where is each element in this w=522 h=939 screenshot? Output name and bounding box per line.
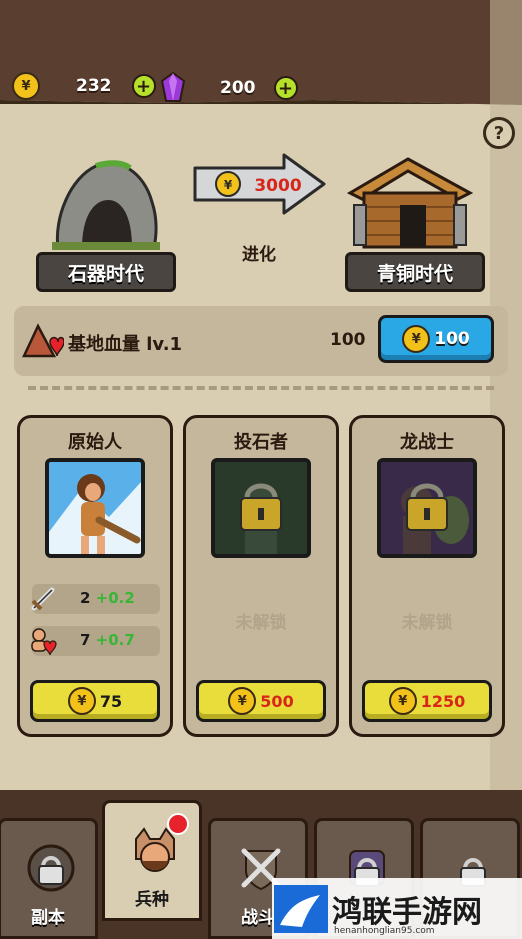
upgrade-base-hp-button[interactable]: ¥ 100 bbox=[378, 315, 494, 363]
base-health-icon bbox=[22, 323, 64, 358]
current-era-label: 石器时代 bbox=[36, 252, 176, 292]
notification-badge bbox=[167, 813, 189, 835]
stone-thrower-cost: 500 bbox=[260, 691, 294, 711]
gem-resource: 200 + bbox=[160, 72, 298, 104]
dragon-warrior-cost: 1250 bbox=[420, 691, 466, 711]
evolve-arrow[interactable]: ¥ 3000 bbox=[192, 152, 327, 216]
caveman-cost: 75 bbox=[99, 691, 123, 711]
evolve-cost: 3000 bbox=[254, 176, 301, 196]
unit-card-caveman[interactable]: 原始人 2 +0.2 7 +0.7 ¥ 75 bbox=[17, 415, 173, 737]
gem-icon bbox=[160, 72, 186, 102]
locked-dungeon-icon bbox=[27, 844, 75, 892]
attack-bonus: +0.2 bbox=[95, 589, 135, 607]
dragon-warrior-portrait bbox=[377, 458, 477, 558]
attack-stat: 2 +0.2 bbox=[31, 584, 160, 614]
watermark: 鸿联手游网 henanhonglian95.com bbox=[272, 878, 522, 939]
unit-name: 龙战士 bbox=[400, 432, 454, 453]
evolve-label: 进化 bbox=[242, 245, 276, 265]
next-era-label: 青铜时代 bbox=[345, 252, 485, 292]
sword-icon bbox=[31, 587, 55, 611]
health-value: 7 bbox=[80, 631, 91, 649]
coin-icon: ¥ bbox=[228, 687, 257, 715]
attack-value: 2 bbox=[80, 589, 91, 607]
add-gems-button[interactable]: + bbox=[273, 76, 298, 100]
locked-label: 未解锁 bbox=[401, 613, 453, 633]
watermark-logo bbox=[274, 884, 328, 933]
unit-card-dragon-warrior[interactable]: 龙战士 未解锁 ¥ 1250 bbox=[349, 415, 505, 737]
unlock-dragon-warrior-button[interactable]: ¥ 1250 bbox=[362, 680, 492, 722]
health-icon bbox=[31, 628, 57, 656]
unit-name: 投石者 bbox=[234, 432, 288, 453]
coin-icon: ¥ bbox=[402, 325, 431, 353]
watermark-url: henanhonglian95.com bbox=[334, 926, 435, 936]
base-hp-title: 基地血量 lv.1 bbox=[68, 334, 183, 355]
tab-dungeon[interactable]: 副本 bbox=[0, 818, 98, 939]
coin-resource: ¥ 232 + bbox=[12, 72, 156, 100]
unit-card-stone-thrower[interactable]: 投石者 未解锁 ¥ 500 bbox=[183, 415, 339, 737]
unit-name: 原始人 bbox=[68, 432, 122, 453]
upgrade-caveman-button[interactable]: ¥ 75 bbox=[30, 680, 160, 722]
coin-icon: ¥ bbox=[67, 687, 96, 715]
coin-icon: ¥ bbox=[12, 72, 40, 100]
health-bonus: +0.7 bbox=[95, 631, 135, 649]
add-coins-button[interactable]: + bbox=[131, 74, 156, 98]
watermark-text: 鸿联手游网 bbox=[332, 894, 482, 930]
unlock-stone-thrower-button[interactable]: ¥ 500 bbox=[196, 680, 326, 722]
health-stat: 7 +0.7 bbox=[31, 626, 160, 656]
coin-icon: ¥ bbox=[388, 687, 417, 715]
coin-count: 232 bbox=[76, 76, 112, 96]
upgrade-cost: 100 bbox=[434, 329, 470, 349]
tab-units[interactable]: 兵种 bbox=[102, 800, 202, 921]
hut-icon bbox=[346, 157, 474, 249]
base-hp-value: 100 bbox=[330, 330, 366, 350]
stone-thrower-portrait bbox=[211, 458, 311, 558]
locked-label: 未解锁 bbox=[235, 613, 287, 633]
caveman-portrait bbox=[45, 458, 145, 558]
gem-count: 200 bbox=[220, 78, 256, 98]
tab-units-label: 兵种 bbox=[135, 890, 169, 910]
divider bbox=[28, 386, 494, 390]
svg-text:¥: ¥ bbox=[224, 178, 233, 192]
tab-dungeon-label: 副本 bbox=[31, 908, 65, 928]
cave-icon bbox=[52, 160, 160, 250]
help-button[interactable]: ? bbox=[483, 117, 515, 149]
